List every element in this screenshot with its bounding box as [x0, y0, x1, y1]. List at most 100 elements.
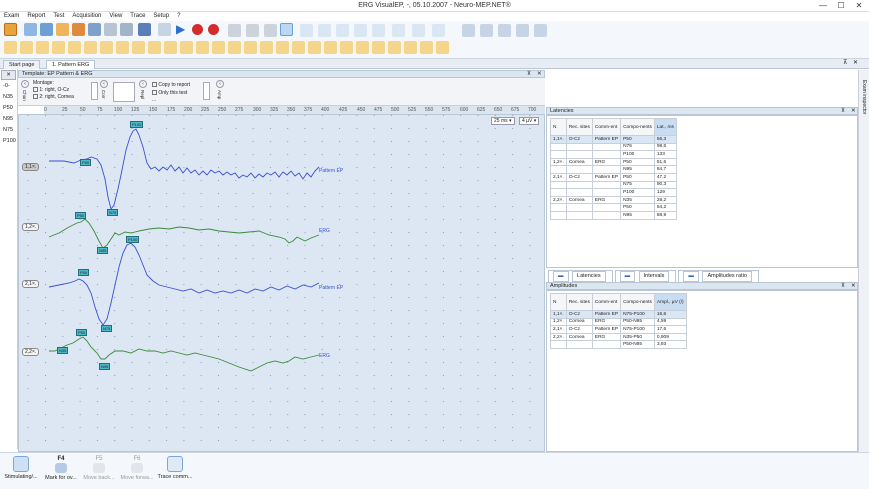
- trace-id-badge[interactable]: 1,1×.: [22, 163, 40, 171]
- marker-item[interactable]: N35: [0, 92, 17, 103]
- save-icon[interactable]: [40, 23, 53, 36]
- patient-icon[interactable]: [72, 23, 85, 36]
- menu-report[interactable]: Report: [23, 12, 49, 21]
- column-header[interactable]: Lat., ms: [653, 118, 677, 136]
- marker-tool-icon[interactable]: [132, 41, 145, 54]
- pin-icon[interactable]: ⊼: [527, 71, 531, 78]
- marker-tool-icon[interactable]: [340, 41, 353, 54]
- trace-comment-button[interactable]: Trace comm...: [156, 456, 194, 480]
- zoom-icon[interactable]: [516, 24, 529, 37]
- report-icon[interactable]: [88, 23, 101, 36]
- marker-tool-icon[interactable]: [244, 41, 257, 54]
- marker-tool-icon[interactable]: [212, 41, 225, 54]
- trace-id-badge[interactable]: 2,1×.: [22, 280, 40, 288]
- maximize-button[interactable]: ☐: [832, 0, 850, 12]
- marker-tool-icon[interactable]: [260, 41, 273, 54]
- marker-item[interactable]: P50: [0, 103, 17, 114]
- chevron-left-icon[interactable]: ‹: [21, 80, 29, 88]
- marker-tool-icon[interactable]: [148, 41, 161, 54]
- column-header[interactable]: Compo-nents: [620, 293, 655, 311]
- table-row[interactable]: 1,1×. O-Cz Pattern EP P50 56,3: [550, 135, 677, 144]
- stop-record-icon[interactable]: [208, 24, 219, 35]
- export-icon[interactable]: [120, 23, 133, 36]
- column-header[interactable]: Rec. sites: [565, 118, 593, 136]
- close-button[interactable]: ✕: [850, 0, 868, 12]
- gain-select[interactable]: 4 µV ▾: [519, 117, 540, 125]
- scrollbar[interactable]: [91, 82, 98, 100]
- component-marker[interactable]: P50: [80, 159, 92, 166]
- pin-icon[interactable]: ⊼: [841, 108, 845, 115]
- component-marker[interactable]: P50: [76, 329, 88, 336]
- waveform-plot[interactable]: 1,1×. 1,2×. 2,1×. 2,2×. Pattern EP ERG P…: [18, 114, 546, 453]
- settings-icon[interactable]: [138, 23, 151, 36]
- stimulating-button[interactable]: Stimulating/...: [2, 456, 40, 480]
- column-header[interactable]: N: [550, 293, 567, 311]
- montage-option-2[interactable]: 2: right, Cornea: [33, 94, 74, 100]
- marker-tool-icon[interactable]: [228, 41, 241, 54]
- superimpose-icon[interactable]: [354, 24, 367, 37]
- tab-start-page[interactable]: Start page: [3, 60, 41, 69]
- menu-help[interactable]: ?: [173, 12, 184, 21]
- marker-tool-icon[interactable]: [164, 41, 177, 54]
- waveform-canvas[interactable]: [19, 115, 546, 453]
- marker-tool-icon[interactable]: [84, 41, 97, 54]
- marker-item[interactable]: P100: [0, 136, 17, 147]
- marker-tool-icon[interactable]: [4, 41, 17, 54]
- column-header[interactable]: Ampl., µV (/): [653, 293, 687, 311]
- table-row[interactable]: P50 54,2: [550, 203, 677, 212]
- column-header[interactable]: Compo-nents: [620, 118, 655, 136]
- marker-tool-icon[interactable]: [372, 41, 385, 54]
- close-tab-icon[interactable]: ✕: [853, 59, 858, 66]
- menu-acquisition[interactable]: Acquisition: [68, 12, 105, 21]
- mark-for-overlay-button[interactable]: F4 Mark for ov...: [42, 456, 80, 481]
- marker-item[interactable]: -0-: [0, 81, 17, 92]
- marker-tool-icon[interactable]: [52, 41, 65, 54]
- marker-tool-icon[interactable]: [68, 41, 81, 54]
- trace-id-badge[interactable]: 1,2×.: [22, 223, 40, 231]
- tab-pattern-erg[interactable]: 1. Pattern ERG: [46, 60, 96, 69]
- table-row[interactable]: 1,2×. Cornea ERG P50-N95 4,59: [550, 317, 687, 327]
- close-icon[interactable]: ✕: [537, 71, 542, 78]
- checkbox-icon[interactable]: [152, 82, 157, 88]
- checkbox-icon[interactable]: [33, 94, 38, 100]
- marker-item[interactable]: N95: [0, 114, 17, 125]
- marker-tool-icon[interactable]: [388, 41, 401, 54]
- montage-option-1[interactable]: 1: right, O-Cz: [33, 87, 69, 93]
- table-row[interactable]: 2,2×. Cornea ERG N35-P50 0,909: [550, 332, 687, 342]
- table-row[interactable]: P100 129: [550, 188, 677, 197]
- trace-down-icon[interactable]: [318, 24, 331, 37]
- table-row[interactable]: P50-N95 3,93: [550, 340, 687, 349]
- component-marker[interactable]: N35: [57, 347, 69, 354]
- marker-tool-icon[interactable]: [420, 41, 433, 54]
- pause-icon[interactable]: [228, 24, 241, 37]
- trace-id-badge[interactable]: 2,2×.: [22, 348, 40, 356]
- pin-icon[interactable]: ⊼: [843, 59, 847, 66]
- window-icon[interactable]: [534, 24, 547, 37]
- checkbox-icon[interactable]: [152, 90, 157, 96]
- marker-tool-icon[interactable]: [276, 41, 289, 54]
- screen-icon[interactable]: [498, 24, 511, 37]
- column-header[interactable]: Comm-ent: [591, 118, 622, 136]
- table-row[interactable]: 1,1×. O-Cz Pattern EP N75-P100 16,6: [550, 310, 687, 319]
- marker-tool-icon[interactable]: [308, 41, 321, 54]
- auto-markers-icon[interactable]: [280, 23, 293, 36]
- column-header[interactable]: Comm-ent: [591, 293, 622, 311]
- marker-tool-icon[interactable]: [324, 41, 337, 54]
- component-marker[interactable]: P50: [78, 269, 90, 276]
- marker-tool-icon[interactable]: [196, 41, 209, 54]
- table-row[interactable]: N75 90,3: [550, 180, 677, 190]
- scrollbar[interactable]: [203, 82, 210, 100]
- new-exam-icon[interactable]: [4, 23, 17, 36]
- folder-icon[interactable]: [56, 23, 69, 36]
- marker-tool-icon[interactable]: [292, 41, 305, 54]
- column-header[interactable]: Rec. sites: [565, 293, 593, 311]
- open-icon[interactable]: [24, 23, 37, 36]
- table-row[interactable]: N95 84,7: [550, 165, 677, 174]
- play-icon[interactable]: ▶: [176, 23, 189, 36]
- table-row[interactable]: N95 88,9: [550, 210, 677, 220]
- baseline-icon[interactable]: [412, 24, 425, 37]
- print-icon[interactable]: [104, 23, 117, 36]
- table-row[interactable]: P100 133: [550, 150, 677, 159]
- column-header[interactable]: N: [550, 118, 567, 136]
- record-icon[interactable]: [192, 24, 203, 35]
